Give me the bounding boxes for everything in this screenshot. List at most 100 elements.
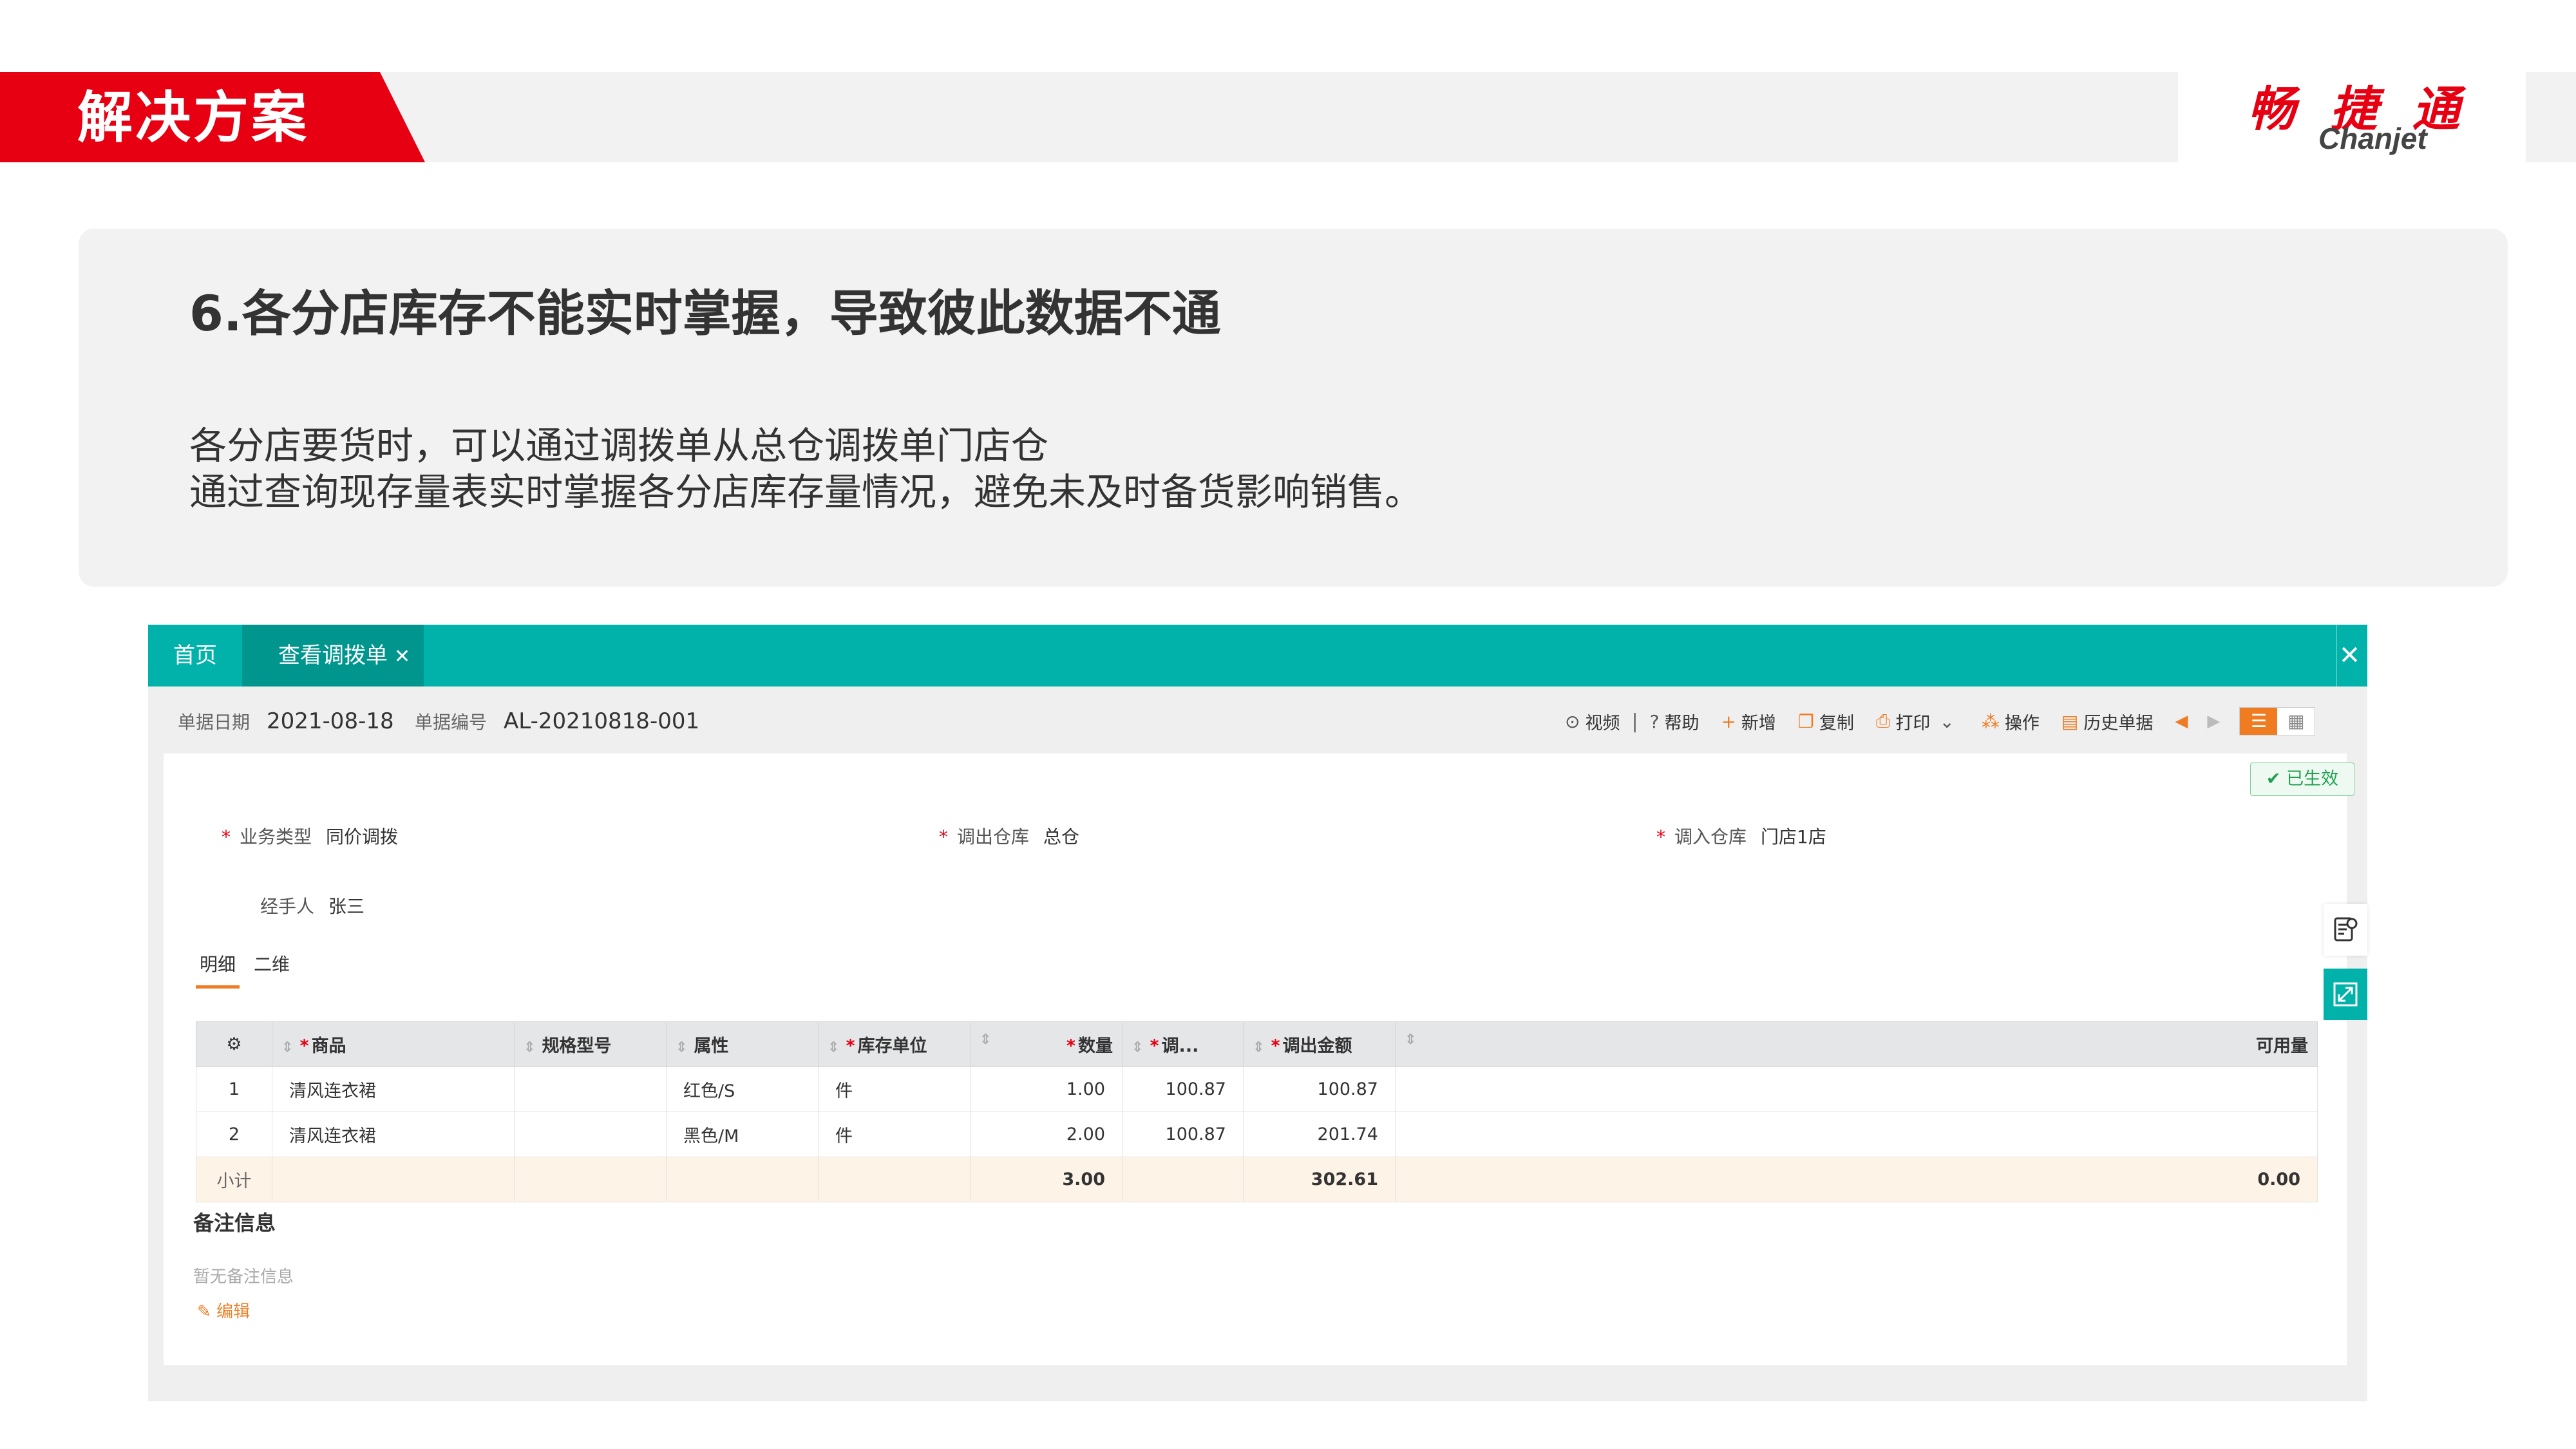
operate-label: 操作 xyxy=(2004,713,2040,734)
history-label: 历史单据 xyxy=(2083,713,2154,734)
sort-icon: ⇕ xyxy=(828,1039,840,1056)
doc-code-label: 单据编号 xyxy=(415,712,488,733)
header-bar-right xyxy=(2526,72,2576,162)
doc-code: 单据编号 AL-20210818-001 xyxy=(415,708,699,734)
printer-icon: ⎙ xyxy=(1876,710,1891,732)
col-unit[interactable]: ⇕ * 库存单位 xyxy=(818,1021,971,1067)
in-warehouse-label: 调入仓库 xyxy=(1674,826,1747,848)
print-label: 打印 xyxy=(1895,713,1931,734)
copy-icon: ❐ xyxy=(1797,710,1815,732)
cell-spec xyxy=(514,1066,667,1112)
detail-subtabs: 明细 二维 xyxy=(196,951,294,989)
tab-close-icon[interactable]: ✕ xyxy=(394,645,410,668)
tab-label: 查看调拨单 xyxy=(278,643,388,668)
col-qty-label: 数量 xyxy=(1078,1036,1113,1056)
cell-qty: 2.00 xyxy=(970,1112,1122,1157)
intro-panel: 6.各分店库存不能实时掌握，导致彼此数据不通 各分店要货时，可以通过调拨单从总仓… xyxy=(79,229,2508,587)
document-card: ✔ 已生效 * 业务类型 同价调拨 * 调出仓库 总仓 * 调入仓库 门店1店 经手人 张三 … xyxy=(164,753,2354,1365)
cell-attr: 黑色/M xyxy=(666,1112,819,1157)
view-toggle: ☰ ▦ xyxy=(2239,707,2316,735)
side-expand-button[interactable] xyxy=(2324,969,2367,1020)
remarks-title: 备注信息 xyxy=(193,1211,276,1235)
sort-icon: ⇕ xyxy=(281,1039,294,1056)
sort-icon: ⇕ xyxy=(1405,1032,1417,1048)
col-amount[interactable]: ⇕ * 调出金额 xyxy=(1243,1021,1396,1067)
copy-button[interactable]: ❐ 复制 xyxy=(1798,709,1854,734)
required-mark: * xyxy=(1656,826,1665,848)
add-label: 新增 xyxy=(1741,713,1776,734)
cell-unit: 件 xyxy=(818,1066,971,1112)
cell-available xyxy=(1395,1066,2318,1112)
subtotal-row: 小计 3.00 302.61 0.00 xyxy=(196,1157,2318,1202)
col-available-label: 可用量 xyxy=(2256,1036,2308,1056)
handler-value: 张三 xyxy=(328,896,365,917)
subtotal-label: 小计 xyxy=(196,1157,272,1202)
print-button[interactable]: ⎙ 打印 ⌄ xyxy=(1876,709,1960,734)
subtab-dimension[interactable]: 二维 xyxy=(250,951,294,989)
subtab-detail[interactable]: 明细 xyxy=(196,951,240,989)
history-button[interactable]: ▤ 历史单据 xyxy=(2061,709,2153,734)
chevron-down-icon: ⌄ xyxy=(1939,710,1955,732)
expand-icon xyxy=(2333,982,2358,1007)
edit-icon: ✎ xyxy=(197,1302,217,1321)
prev-record-icon[interactable]: ◀ xyxy=(2175,712,2188,731)
subtotal-empty xyxy=(1122,1157,1244,1202)
col-qty[interactable]: ⇕ * 数量 xyxy=(970,1021,1122,1067)
col-spec-label: 规格型号 xyxy=(542,1036,612,1056)
grid-icon: ⁂ xyxy=(1981,710,2000,732)
table-row[interactable]: 1 清风连衣裙 红色/S 件 1.00 100.87 100.87 xyxy=(196,1066,2318,1112)
video-button[interactable]: ⊙ 视频 xyxy=(1565,709,1620,734)
field-out-warehouse: * 调出仓库 总仓 xyxy=(939,823,1079,849)
remarks-edit-button[interactable]: ✎ 编辑 xyxy=(197,1298,250,1322)
transfer-order-window: 首页 查看调拨单 ✕ ✕ 单据日期 2021-08-18 单据编号 AL-202108… xyxy=(148,625,2367,1401)
doc-date-label: 单据日期 xyxy=(178,712,251,733)
tab-home[interactable]: 首页 xyxy=(148,625,242,687)
handler-label: 经手人 xyxy=(260,896,315,917)
help-label: 帮助 xyxy=(1664,713,1700,734)
subtotal-empty xyxy=(272,1157,515,1202)
table-header-row: ⚙ ⇕ * 商品 ⇕ 规格型号 ⇕ 属性 ⇕ * 库存单位 ⇕ * 数量 ⇕ * 调... ⇕ * 调出… xyxy=(196,1021,2318,1067)
next-record-icon[interactable]: ▶ xyxy=(2207,712,2220,731)
cell-attr: 红色/S xyxy=(666,1066,819,1112)
col-attr[interactable]: ⇕ 属性 xyxy=(666,1021,819,1067)
field-in-warehouse: * 调入仓库 门店1店 xyxy=(1656,823,1826,849)
sort-icon: ⇕ xyxy=(1253,1039,1265,1056)
required-mark: * xyxy=(939,826,948,848)
field-biz-type: * 业务类型 同价调拨 xyxy=(222,823,398,849)
required-mark: * xyxy=(846,1036,855,1056)
document-icon: ▤ xyxy=(2061,710,2079,732)
required-mark: * xyxy=(1150,1036,1159,1056)
col-product-label: 商品 xyxy=(311,1036,346,1056)
cell-available xyxy=(1395,1112,2318,1157)
copy-label: 复制 xyxy=(1819,713,1855,734)
cell-no: 1 xyxy=(196,1066,272,1112)
cell-product: 清风连衣裙 xyxy=(272,1112,515,1157)
window-close-icon[interactable]: ✕ xyxy=(2336,625,2362,687)
table-row[interactable]: 2 清风连衣裙 黑色/M 件 2.00 100.87 201.74 xyxy=(196,1112,2318,1157)
logo-en-text: Chanjet xyxy=(2318,122,2427,155)
items-table: ⚙ ⇕ * 商品 ⇕ 规格型号 ⇕ 属性 ⇕ * 库存单位 ⇕ * 数量 ⇕ * 调... ⇕ * 调出… xyxy=(196,1021,2318,1202)
plus-icon: + xyxy=(1721,710,1736,732)
col-product[interactable]: ⇕ * 商品 xyxy=(272,1021,515,1067)
help-button[interactable]: ? 帮助 xyxy=(1650,709,1700,734)
sort-icon: ⇕ xyxy=(1132,1039,1144,1056)
check-circle-icon: ✔ xyxy=(2266,769,2287,789)
remarks-edit-label: 编辑 xyxy=(216,1302,251,1321)
list-view-icon[interactable]: ☰ xyxy=(2240,708,2278,735)
notes-icon xyxy=(2334,917,2358,942)
detail-view-icon[interactable]: ▦ xyxy=(2277,708,2315,735)
cell-qty: 1.00 xyxy=(970,1066,1122,1112)
add-button[interactable]: + 新增 xyxy=(1721,709,1776,734)
remarks-empty-text: 暂无备注信息 xyxy=(193,1267,294,1287)
tab-view-transfer-order[interactable]: 查看调拨单 ✕ xyxy=(242,625,424,687)
required-mark: * xyxy=(1066,1036,1075,1056)
operate-button[interactable]: ⁂ 操作 xyxy=(1982,709,2040,734)
subtotal-qty: 3.00 xyxy=(970,1157,1122,1202)
col-available[interactable]: ⇕ 可用量 xyxy=(1395,1021,2318,1067)
col-amount-label: 调出金额 xyxy=(1282,1036,1352,1056)
side-notes-button[interactable] xyxy=(2324,904,2367,956)
col-spec[interactable]: ⇕ 规格型号 xyxy=(514,1021,667,1067)
subtotal-amount: 302.61 xyxy=(1243,1157,1396,1202)
column-settings[interactable]: ⚙ xyxy=(196,1021,272,1067)
col-price[interactable]: ⇕ * 调... xyxy=(1122,1021,1244,1067)
